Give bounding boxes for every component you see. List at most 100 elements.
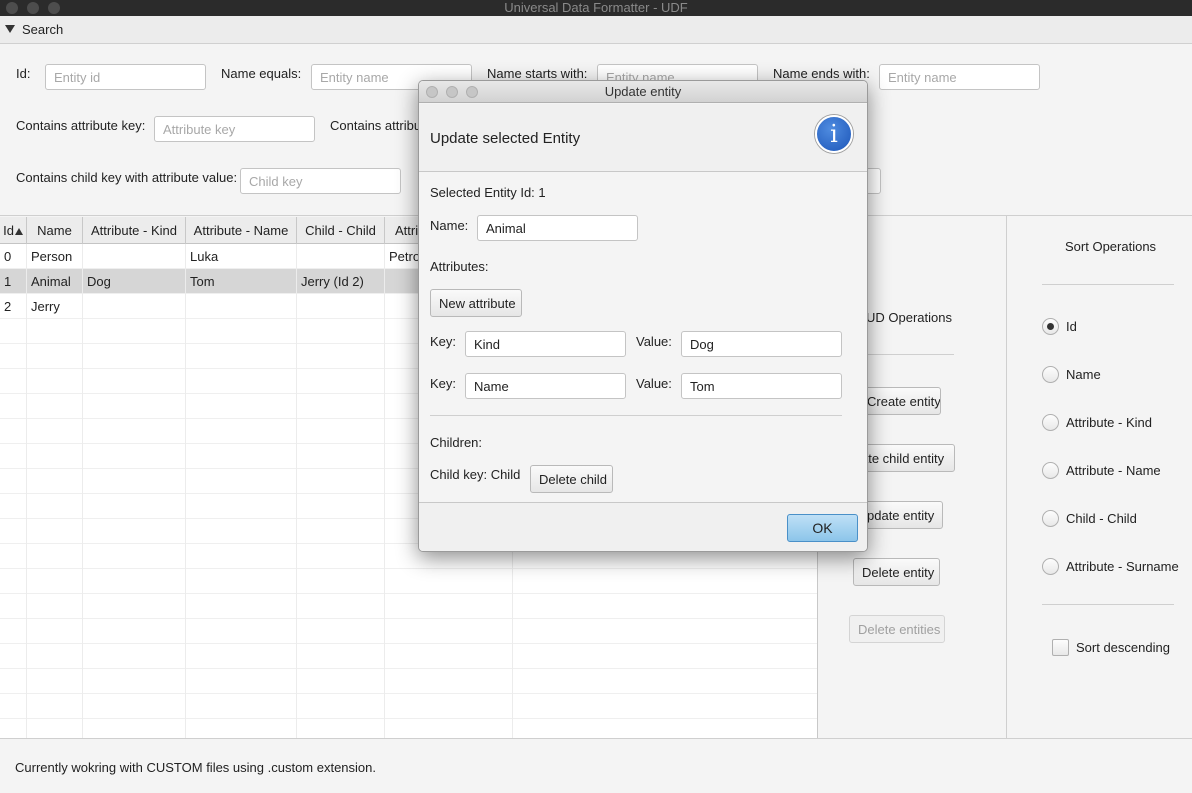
table-cell [27, 644, 83, 669]
sort-option-attribute-kind[interactable]: Attribute - Kind [1042, 412, 1152, 432]
attribute-value-label: Value: [636, 376, 672, 391]
table-cell [27, 544, 83, 569]
update-entity-dialog: Update entity Update selected Entity i S… [418, 80, 868, 552]
table-cell [0, 494, 27, 519]
attribute-key-input[interactable] [465, 331, 626, 357]
attribute-key-input[interactable] [465, 373, 626, 399]
close-window-button[interactable] [6, 2, 18, 14]
attribute-value-input[interactable] [681, 373, 842, 399]
table-cell [513, 719, 817, 738]
entity-name-input[interactable] [477, 215, 638, 241]
column-header-child-child[interactable]: Child - Child [297, 217, 385, 244]
id-search-input[interactable] [45, 64, 206, 90]
table-cell [0, 594, 27, 619]
search-pane-header[interactable]: Search [0, 16, 1192, 44]
table-cell [297, 519, 385, 544]
radio-button[interactable] [1042, 557, 1059, 575]
dialog-minimize-button[interactable] [446, 86, 458, 98]
table-cell [27, 419, 83, 444]
status-bar: Currently wokring with CUSTOM files usin… [0, 738, 1192, 793]
column-header-name[interactable]: Name [27, 217, 83, 244]
radio-button[interactable] [1042, 413, 1059, 431]
radio-button[interactable] [1042, 461, 1059, 479]
sort-option-id[interactable]: Id [1042, 316, 1077, 336]
table-row[interactable] [0, 669, 817, 694]
table-cell [83, 319, 186, 344]
attribute-value-label: Contains attribu [330, 118, 422, 133]
sort-option-child-child[interactable]: Child - Child [1042, 508, 1137, 528]
create-entity-button[interactable]: Create entity [858, 387, 941, 415]
sort-option-name[interactable]: Name [1042, 364, 1101, 384]
table-cell [385, 644, 513, 669]
table-cell [297, 369, 385, 394]
update-entity-button[interactable]: pdate entity [858, 501, 943, 529]
table-row[interactable] [0, 594, 817, 619]
table-cell [0, 344, 27, 369]
table-cell [0, 644, 27, 669]
sort-option-label: Name [1066, 366, 1101, 382]
table-cell [513, 694, 817, 719]
dialog-zoom-button[interactable] [466, 86, 478, 98]
column-header-attribute-name[interactable]: Attribute - Name [186, 217, 297, 244]
attribute-value-input[interactable] [681, 331, 842, 357]
table-cell [297, 719, 385, 738]
table-cell: Tom [186, 269, 297, 294]
dialog-divider [430, 415, 842, 416]
table-cell [83, 344, 186, 369]
table-row[interactable] [0, 619, 817, 644]
table-cell [83, 369, 186, 394]
table-cell [297, 644, 385, 669]
table-row[interactable] [0, 694, 817, 719]
table-cell [385, 669, 513, 694]
table-row[interactable] [0, 644, 817, 669]
table-cell [186, 444, 297, 469]
attribute-value-label: Value: [636, 334, 672, 349]
column-header-id[interactable]: Id [0, 217, 27, 244]
delete-entities-button[interactable]: Delete entities [849, 615, 945, 643]
table-cell [297, 494, 385, 519]
table-cell [297, 444, 385, 469]
table-cell [513, 669, 817, 694]
column-header-attribute-kind[interactable]: Attribute - Kind [83, 217, 186, 244]
name-starts-label: Name starts with: [487, 66, 588, 81]
sort-ascending-icon [14, 228, 23, 235]
delete-entity-button[interactable]: Delete entity [853, 558, 940, 586]
delete-child-button[interactable]: Delete child [530, 465, 613, 493]
table-cell [297, 469, 385, 494]
sort-descending-checkbox-row[interactable]: Sort descending [1052, 637, 1170, 657]
attribute-key-input[interactable] [154, 116, 315, 142]
table-cell [297, 594, 385, 619]
sort-option-attribute-surname[interactable]: Attribute - Surname [1042, 556, 1179, 576]
minimize-window-button[interactable] [27, 2, 39, 14]
window-title-bar: Universal Data Formatter - UDF [0, 0, 1192, 16]
table-cell [513, 569, 817, 594]
collapse-arrow-icon[interactable] [5, 25, 15, 33]
table-cell [513, 644, 817, 669]
table-cell [0, 419, 27, 444]
child-key-input[interactable] [240, 168, 401, 194]
table-cell [385, 719, 513, 738]
window-title: Universal Data Formatter - UDF [504, 0, 688, 15]
table-cell [27, 319, 83, 344]
sort-option-attribute-name[interactable]: Attribute - Name [1042, 460, 1161, 480]
zoom-window-button[interactable] [48, 2, 60, 14]
table-cell [27, 494, 83, 519]
table-cell [186, 469, 297, 494]
sort-descending-checkbox[interactable] [1052, 638, 1069, 656]
radio-button[interactable] [1042, 509, 1059, 527]
table-row[interactable] [0, 569, 817, 594]
table-cell [27, 394, 83, 419]
name-ends-input[interactable] [879, 64, 1040, 90]
table-cell [0, 319, 27, 344]
ok-button[interactable]: OK [787, 514, 858, 542]
name-ends-label: Name ends with: [773, 66, 870, 81]
radio-button[interactable] [1042, 317, 1059, 335]
table-row[interactable] [0, 719, 817, 738]
table-cell [0, 394, 27, 419]
dialog-close-button[interactable] [426, 86, 438, 98]
table-cell [297, 394, 385, 419]
table-cell [0, 619, 27, 644]
status-text: Currently wokring with CUSTOM files usin… [15, 760, 376, 775]
radio-button[interactable] [1042, 365, 1059, 383]
new-attribute-button[interactable]: New attribute [430, 289, 522, 317]
